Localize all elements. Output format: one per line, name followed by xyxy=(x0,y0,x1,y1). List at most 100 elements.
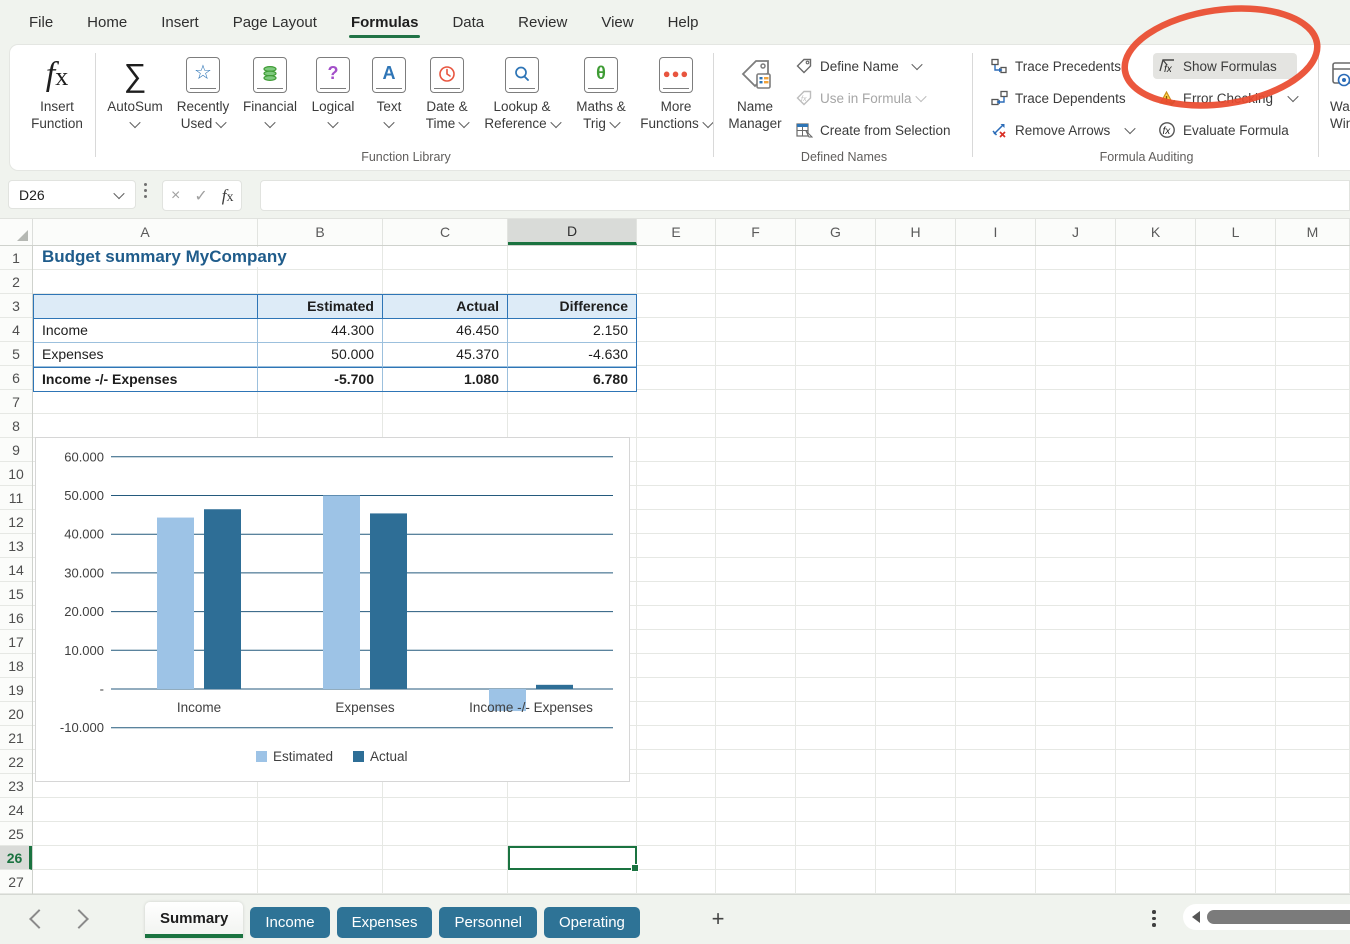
budget-table[interactable]: EstimatedActualDifference Income44.30046.… xyxy=(33,294,637,392)
column-header-A[interactable]: A xyxy=(33,219,258,245)
sheet-nav-left-icon[interactable] xyxy=(29,909,49,929)
row-header-5[interactable]: 5 xyxy=(0,342,32,366)
row-header-18[interactable]: 18 xyxy=(0,654,32,678)
insert-function-button[interactable]: fx Insert Function xyxy=(18,51,96,132)
menu-tab-review[interactable]: Review xyxy=(516,10,569,35)
menu-tab-formulas[interactable]: Formulas xyxy=(349,10,421,35)
recently-used-button[interactable]: ☆ Recently Used xyxy=(172,51,234,132)
formula-input[interactable] xyxy=(260,180,1350,211)
column-header-L[interactable]: L xyxy=(1196,219,1276,245)
watch-window-button[interactable]: Wa Win xyxy=(1322,51,1350,132)
row-header-4[interactable]: 4 xyxy=(0,318,32,342)
create-from-selection-button[interactable]: Create from Selection xyxy=(794,117,951,143)
column-header-M[interactable]: M xyxy=(1276,219,1350,245)
define-name-button[interactable]: Define Name xyxy=(794,53,951,79)
column-header-H[interactable]: H xyxy=(876,219,956,245)
cell-a1-title[interactable]: Budget summary MyCompany xyxy=(42,247,293,267)
row-header-9[interactable]: 9 xyxy=(0,438,32,462)
row-header-24[interactable]: 24 xyxy=(0,798,32,822)
sheet-tab-expenses[interactable]: Expenses xyxy=(337,907,433,938)
row-header-15[interactable]: 15 xyxy=(0,582,32,606)
row-header-26[interactable]: 26 xyxy=(0,846,32,870)
menu-tab-file[interactable]: File xyxy=(27,10,55,35)
add-sheet-button[interactable]: + xyxy=(705,906,731,932)
column-header-F[interactable]: F xyxy=(716,219,796,245)
table-cell[interactable]: 50.000 xyxy=(258,343,383,367)
column-header-I[interactable]: I xyxy=(956,219,1036,245)
row-header-21[interactable]: 21 xyxy=(0,726,32,750)
table-cell[interactable]: 6.780 xyxy=(508,367,636,391)
sheet-tab-income[interactable]: Income xyxy=(250,907,329,938)
financial-button[interactable]: Financial xyxy=(238,51,302,132)
row-header-3[interactable]: 3 xyxy=(0,294,32,318)
show-formulas-button[interactable]: fx Show Formulas xyxy=(1153,53,1297,79)
table-cell[interactable]: Income -/- Expenses xyxy=(34,367,258,391)
tabbar-options-dots-icon[interactable] xyxy=(1152,910,1156,927)
formula-bar-drag-handle-icon[interactable] xyxy=(144,183,147,198)
row-header-22[interactable]: 22 xyxy=(0,750,32,774)
row-header-27[interactable]: 27 xyxy=(0,870,32,894)
column-header-C[interactable]: C xyxy=(383,219,508,245)
menu-tab-page-layout[interactable]: Page Layout xyxy=(231,10,319,35)
table-header-cell[interactable] xyxy=(34,295,258,319)
enter-check-icon[interactable]: ✓ xyxy=(194,186,207,206)
column-header-E[interactable]: E xyxy=(637,219,716,245)
row-header-11[interactable]: 11 xyxy=(0,486,32,510)
row-header-17[interactable]: 17 xyxy=(0,630,32,654)
column-header-B[interactable]: B xyxy=(258,219,383,245)
sheet-tab-operating[interactable]: Operating xyxy=(544,907,640,938)
row-header-6[interactable]: 6 xyxy=(0,366,32,390)
lookup-reference-button[interactable]: Lookup & Reference xyxy=(480,51,564,132)
menu-tab-home[interactable]: Home xyxy=(85,10,129,35)
row-header-23[interactable]: 23 xyxy=(0,774,32,798)
error-checking-button[interactable]: Error Checking xyxy=(1157,85,1297,111)
table-cell[interactable]: 2.150 xyxy=(508,319,636,343)
text-button[interactable]: A Text xyxy=(364,51,414,132)
menu-tab-data[interactable]: Data xyxy=(450,10,486,35)
insert-function-fx-icon[interactable]: fx xyxy=(222,186,234,206)
autosum-button[interactable]: ∑ AutoSum xyxy=(102,51,168,132)
logical-button[interactable]: ? Logical xyxy=(306,51,360,132)
more-functions-button[interactable]: ●●● More Functions xyxy=(638,51,714,132)
row-header-16[interactable]: 16 xyxy=(0,606,32,630)
select-all-corner[interactable] xyxy=(0,219,33,245)
column-header-J[interactable]: J xyxy=(1036,219,1116,245)
date-time-button[interactable]: Date & Time xyxy=(418,51,476,132)
column-header-D[interactable]: D xyxy=(508,219,637,245)
table-cell[interactable]: 45.370 xyxy=(383,343,508,367)
row-header-19[interactable]: 19 xyxy=(0,678,32,702)
menu-tab-help[interactable]: Help xyxy=(666,10,701,35)
table-header-cell[interactable]: Estimated xyxy=(258,295,383,319)
column-header-G[interactable]: G xyxy=(796,219,876,245)
sheet-tab-summary[interactable]: Summary xyxy=(145,902,243,938)
evaluate-formula-button[interactable]: fx Evaluate Formula xyxy=(1157,117,1297,143)
table-cell[interactable]: -5.700 xyxy=(258,367,383,391)
table-cell[interactable]: 1.080 xyxy=(383,367,508,391)
row-header-10[interactable]: 10 xyxy=(0,462,32,486)
sheet-tab-personnel[interactable]: Personnel xyxy=(439,907,537,938)
table-cell[interactable]: 46.450 xyxy=(383,319,508,343)
table-header-cell[interactable]: Actual xyxy=(383,295,508,319)
table-cell[interactable]: 44.300 xyxy=(258,319,383,343)
sheet-nav-right-icon[interactable] xyxy=(69,909,89,929)
column-header-K[interactable]: K xyxy=(1116,219,1196,245)
fill-handle[interactable] xyxy=(631,864,639,872)
trace-precedents-button[interactable]: Trace Precedents xyxy=(989,53,1134,79)
menu-tab-insert[interactable]: Insert xyxy=(159,10,201,35)
horizontal-scrollbar[interactable] xyxy=(1183,904,1350,930)
row-header-20[interactable]: 20 xyxy=(0,702,32,726)
row-header-1[interactable]: 1 xyxy=(0,246,32,270)
grid-cells[interactable]: Budget summary MyCompany EstimatedActual… xyxy=(33,246,1350,894)
table-cell[interactable]: Expenses xyxy=(34,343,258,367)
trace-dependents-button[interactable]: Trace Dependents xyxy=(989,85,1134,111)
row-header-14[interactable]: 14 xyxy=(0,558,32,582)
table-cell[interactable]: Income xyxy=(34,319,258,343)
row-header-2[interactable]: 2 xyxy=(0,270,32,294)
row-header-25[interactable]: 25 xyxy=(0,822,32,846)
row-header-13[interactable]: 13 xyxy=(0,534,32,558)
scroll-left-arrow-icon[interactable] xyxy=(1192,911,1200,923)
embedded-chart[interactable]: 60.00050.00040.00030.00020.00010.000--10… xyxy=(35,437,630,782)
name-box[interactable]: D26 xyxy=(8,180,136,209)
maths-trig-button[interactable]: θ Maths & Trig xyxy=(568,51,634,132)
table-header-cell[interactable]: Difference xyxy=(508,295,636,319)
